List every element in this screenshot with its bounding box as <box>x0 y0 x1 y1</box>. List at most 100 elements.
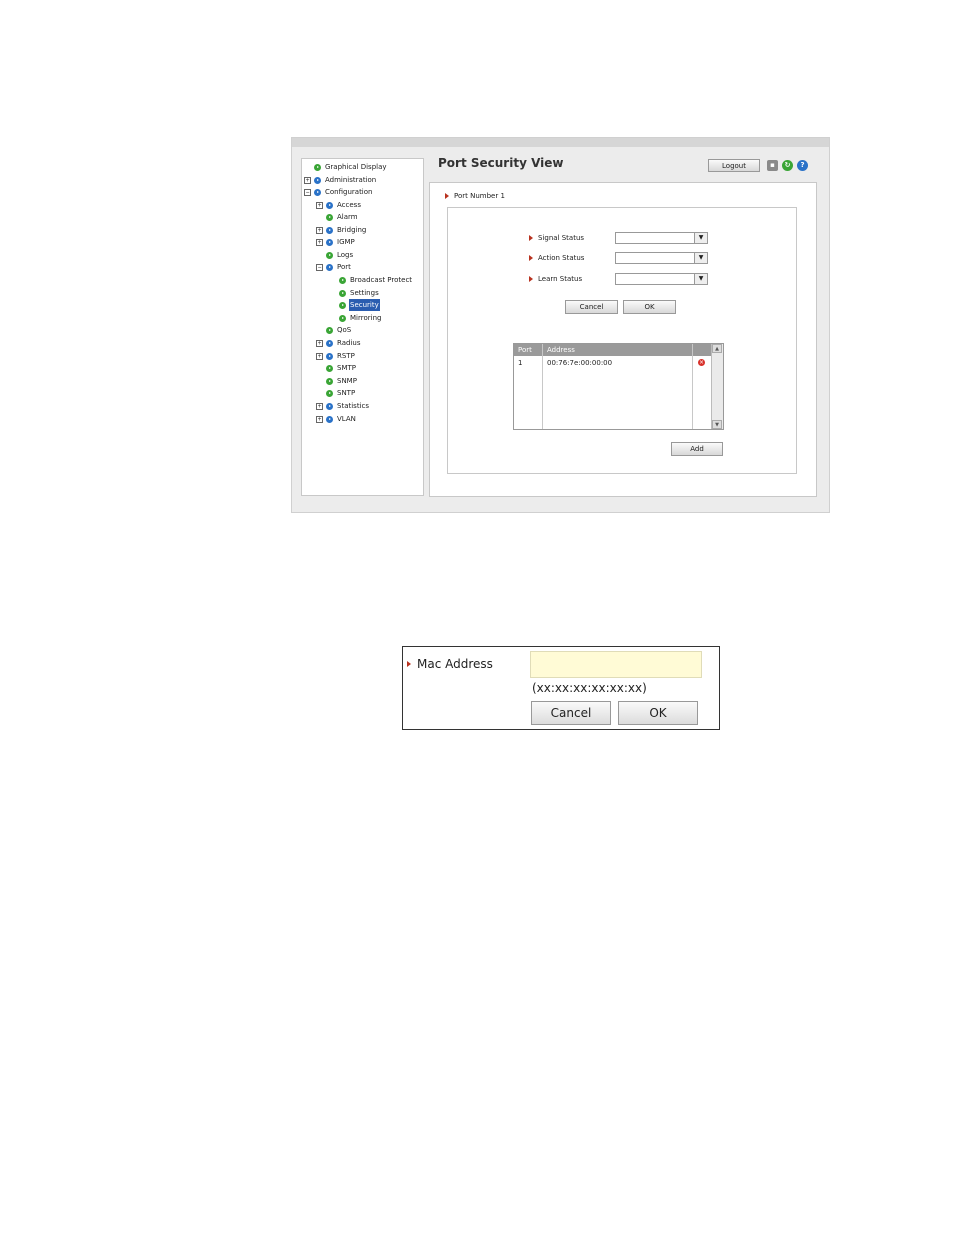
sidebar-item-igmp[interactable]: + IGMP <box>316 236 356 248</box>
nav-blue-icon <box>314 188 321 196</box>
save-icon[interactable]: ▪ <box>767 160 778 171</box>
nav-blue-icon <box>326 226 333 234</box>
mac-address-dialog: Mac Address (xx:xx:xx:xx:xx:xx) Cancel O… <box>402 646 720 730</box>
collapse-icon[interactable]: − <box>304 188 311 196</box>
arrow-right-icon <box>529 255 533 261</box>
arrow-right-icon <box>529 276 533 282</box>
signal-status-select[interactable]: ▼ <box>615 232 708 244</box>
sidebar-item-label: QoS <box>337 326 352 334</box>
nav-green-icon <box>314 163 321 171</box>
nav-blue-icon <box>326 238 333 246</box>
nav-green-icon <box>326 213 333 221</box>
sidebar-item-configuration[interactable]: − Configuration <box>304 186 373 198</box>
sidebar-item-graphical-display[interactable]: Graphical Display <box>314 161 388 173</box>
sidebar-item-port[interactable]: − Port <box>316 261 352 273</box>
mac-format-hint: (xx:xx:xx:xx:xx:xx) <box>532 681 647 695</box>
nav-blue-icon <box>326 201 333 209</box>
sidebar-item-bridging[interactable]: + Bridging <box>316 224 367 236</box>
sidebar-item-security[interactable]: Security <box>339 299 380 311</box>
expand-icon[interactable]: + <box>316 226 323 234</box>
nav-green-icon <box>339 276 346 284</box>
sidebar-item-radius[interactable]: + Radius <box>316 337 361 349</box>
sidebar-item-label: Configuration <box>325 188 373 196</box>
page-title: Port Security View <box>438 156 564 170</box>
action-status-label: Action Status <box>538 254 585 262</box>
sidebar-item-label: Broadcast Protect <box>350 276 413 284</box>
learn-status-row: Learn Status <box>529 275 582 283</box>
sidebar-item-sntp[interactable]: SNTP <box>326 387 356 399</box>
sidebar-item-label: IGMP <box>337 238 355 246</box>
expand-icon[interactable]: + <box>316 402 323 410</box>
add-button[interactable]: Add <box>671 442 723 456</box>
chevron-down-icon[interactable]: ▼ <box>694 274 707 284</box>
expand-icon[interactable]: + <box>316 415 323 423</box>
sidebar-item-label: Logs <box>337 251 354 259</box>
port-number-heading: Port Number 1 <box>445 192 505 200</box>
expand-icon[interactable]: + <box>316 339 323 347</box>
chevron-down-icon[interactable]: ▼ <box>694 233 707 243</box>
sidebar-item-statistics[interactable]: + Statistics <box>316 400 370 412</box>
nav-blue-icon <box>326 402 333 410</box>
nav-blue-icon <box>326 339 333 347</box>
learn-status-label: Learn Status <box>538 275 583 283</box>
sidebar-item-logs[interactable]: Logs <box>326 249 354 261</box>
mac-address-label: Mac Address <box>417 657 493 671</box>
nav-blue-icon <box>326 263 333 271</box>
sidebar-item-label: RSTP <box>337 352 355 360</box>
table-cell-address: 00:76:7e:00:00:00 <box>547 359 613 367</box>
sidebar-item-qos[interactable]: QoS <box>326 324 352 336</box>
app-window: Graphical Display + Administration − Con… <box>291 137 830 513</box>
nav-green-icon <box>326 364 333 372</box>
nav-green-icon <box>339 314 346 322</box>
sidebar-item-label: SNTP <box>337 389 356 397</box>
sidebar-item-smtp[interactable]: SMTP <box>326 362 357 374</box>
sidebar-item-rstp[interactable]: + RSTP <box>316 350 356 362</box>
scroll-up-icon[interactable]: ▲ <box>712 344 722 353</box>
arrow-right-icon <box>407 661 411 667</box>
sidebar-item-settings[interactable]: Settings <box>339 287 380 299</box>
mac-address-input[interactable] <box>530 651 702 678</box>
sidebar-item-label: Security <box>349 299 380 311</box>
cancel-button[interactable]: Cancel <box>565 300 618 314</box>
signal-status-label: Signal Status <box>538 234 585 242</box>
sidebar-item-vlan[interactable]: + VLAN <box>316 413 357 425</box>
help-icon[interactable]: ? <box>797 160 808 171</box>
sidebar-item-label: Radius <box>337 339 361 347</box>
sidebar-item-snmp[interactable]: SNMP <box>326 375 358 387</box>
collapse-icon[interactable]: − <box>316 263 323 271</box>
mac-address-table: Port Address 1 00:76:7e:00:00:00 × ▲ ▼ <box>513 343 724 430</box>
table-scrollbar[interactable]: ▲ ▼ <box>711 344 723 429</box>
column-divider <box>692 344 693 429</box>
delete-icon[interactable]: × <box>698 359 705 366</box>
expand-icon[interactable]: + <box>316 238 323 246</box>
ok-button[interactable]: OK <box>623 300 676 314</box>
sidebar-item-broadcast-protect[interactable]: Broadcast Protect <box>339 274 413 286</box>
expand-icon[interactable]: + <box>316 201 323 209</box>
learn-status-select[interactable]: ▼ <box>615 273 708 285</box>
sidebar-item-label: SMTP <box>337 364 356 372</box>
sidebar-item-alarm[interactable]: Alarm <box>326 211 359 223</box>
nav-blue-icon <box>326 352 333 360</box>
sidebar-item-access[interactable]: + Access <box>316 199 362 211</box>
port-number-label: Port Number 1 <box>454 192 505 200</box>
expand-icon[interactable]: + <box>304 176 311 184</box>
port-security-form: Signal Status ▼ Action Status ▼ Learn St… <box>447 207 797 474</box>
scroll-down-icon[interactable]: ▼ <box>712 420 722 429</box>
signal-status-row: Signal Status <box>529 234 584 242</box>
window-top-bar <box>292 138 829 147</box>
refresh-icon[interactable]: ↻ <box>782 160 793 171</box>
expand-icon[interactable]: + <box>316 352 323 360</box>
nav-green-icon <box>326 326 333 334</box>
mac-cancel-button[interactable]: Cancel <box>531 701 611 725</box>
sidebar-tree: Graphical Display + Administration − Con… <box>301 158 424 496</box>
sidebar-item-mirroring[interactable]: Mirroring <box>339 312 382 324</box>
column-header-port: Port <box>514 344 542 356</box>
mac-address-row: Mac Address <box>407 657 493 671</box>
sidebar-item-administration[interactable]: + Administration <box>304 174 377 186</box>
logout-button[interactable]: Logout <box>708 159 760 172</box>
nav-green-icon <box>326 389 333 397</box>
table-cell-port: 1 <box>518 359 523 367</box>
chevron-down-icon[interactable]: ▼ <box>694 253 707 263</box>
mac-ok-button[interactable]: OK <box>618 701 698 725</box>
action-status-select[interactable]: ▼ <box>615 252 708 264</box>
